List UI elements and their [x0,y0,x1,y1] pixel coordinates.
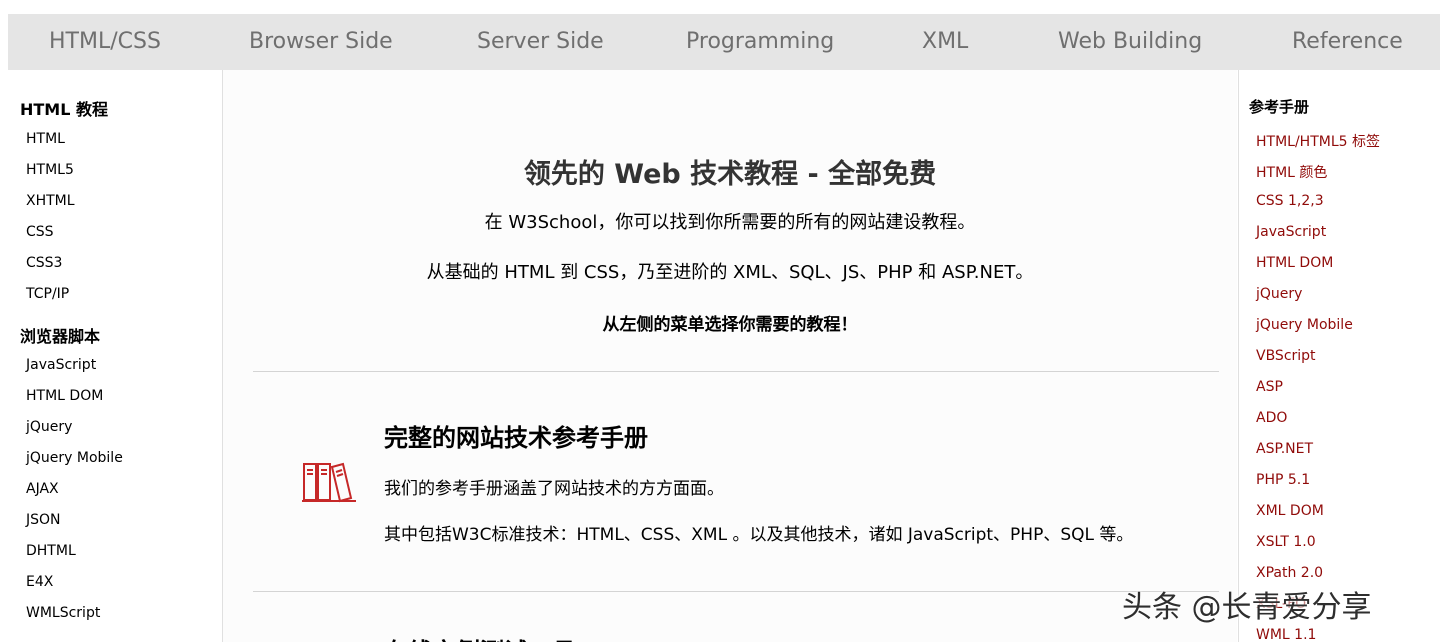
topnav-reference[interactable]: Reference [1292,14,1403,70]
sidebar-heading-reference: 参考手册 [1249,98,1310,116]
sidebar-item-jquery[interactable]: jQuery [26,419,72,435]
sidebar-item-html-dom[interactable]: HTML DOM [26,388,103,404]
reference-link-html-dom[interactable]: HTML DOM [1256,255,1333,271]
reference-link-javascript[interactable]: JavaScript [1256,224,1326,240]
left-sidebar: HTML 教程 HTML HTML5 XHTML CSS CSS3 TCP/IP… [8,70,223,642]
reference-link-php[interactable]: PHP 5.1 [1256,472,1310,488]
section-divider-2 [253,591,1219,592]
sidebar-item-ajax[interactable]: AJAX [26,481,59,497]
page-headline: 领先的 Web 技术教程 - 全部免费 [523,159,937,190]
sidebar-item-css3[interactable]: CSS3 [26,255,62,271]
sidebar-item-e4x[interactable]: E4X [26,574,53,590]
main-content: 领先的 Web 技术教程 - 全部免费 在 W3School，你可以找到你所需要… [223,70,1237,642]
reference-link-ado[interactable]: ADO [1256,410,1287,426]
reference-section-line-2: 其中包括W3C标准技术：HTML、CSS、XML 。以及其他技术，诸如 Java… [384,525,1134,545]
reference-section-line-1: 我们的参考手册涵盖了网站技术的方方面面。 [384,479,724,499]
reference-link-vbscript[interactable]: VBScript [1256,348,1316,364]
watermark: 头条 @长青爱分享 [1122,590,1372,625]
sidebar-item-wmlscript[interactable]: WMLScript [26,605,100,621]
intro-text-1: 在 W3School，你可以找到你所需要的所有的网站建设教程。 [484,212,976,233]
sidebar-item-json[interactable]: JSON [26,512,61,528]
sidebar-item-xhtml[interactable]: XHTML [26,193,75,209]
books-icon [300,460,360,504]
topnav-xml[interactable]: XML [922,14,968,70]
sidebar-item-dhtml[interactable]: DHTML [26,543,76,559]
reference-link-xpath[interactable]: XPath 2.0 [1256,565,1323,581]
reference-link-asp[interactable]: ASP [1256,379,1283,395]
sidebar-heading-html-tutorials: HTML 教程 [20,100,108,119]
reference-section-title: 完整的网站技术参考手册 [384,424,648,452]
right-sidebar: 参考手册 HTML/HTML5 标签 HTML 颜色 CSS 1,2,3 Jav… [1238,70,1440,642]
reference-link-jquery[interactable]: jQuery [1256,286,1302,302]
sidebar-item-html[interactable]: HTML [26,131,65,147]
topnav-programming[interactable]: Programming [686,14,834,70]
reference-link-jquery-mobile[interactable]: jQuery Mobile [1256,317,1353,333]
sidebar-item-css[interactable]: CSS [26,224,54,240]
reference-link-asp-net[interactable]: ASP.NET [1256,441,1313,457]
top-navigation-bar: HTML/CSS Browser Side Server Side Progra… [8,14,1440,70]
intro-text-2: 从基础的 HTML 到 CSS，乃至进阶的 XML、SQL、JS、PHP 和 A… [426,262,1034,283]
reference-link-xslt[interactable]: XSLT 1.0 [1256,534,1316,550]
section-divider [253,371,1219,372]
topnav-server-side[interactable]: Server Side [477,14,604,70]
reference-link-html-tags[interactable]: HTML/HTML5 标签 [1256,131,1380,151]
sidebar-item-javascript[interactable]: JavaScript [26,357,96,373]
reference-link-xml-dom[interactable]: XML DOM [1256,503,1324,519]
reference-link-wml[interactable]: WML 1.1 [1256,627,1316,642]
page: HTML/CSS Browser Side Server Side Progra… [0,0,1440,642]
reference-link-html-colors[interactable]: HTML 颜色 [1256,162,1327,182]
sidebar-item-tcp-ip[interactable]: TCP/IP [26,286,69,302]
reference-link-css[interactable]: CSS 1,2,3 [1256,193,1324,209]
topnav-browser-side[interactable]: Browser Side [249,14,393,70]
intro-text-3: 从左侧的菜单选择你需要的教程！ [602,315,858,335]
sidebar-heading-browser-scripts: 浏览器脚本 [20,327,101,346]
topnav-web-building[interactable]: Web Building [1058,14,1202,70]
next-section-title: 在线实例测试工具 [384,632,576,642]
sidebar-item-html5[interactable]: HTML5 [26,162,74,178]
sidebar-item-jquery-mobile[interactable]: jQuery Mobile [26,450,123,466]
topnav-html-css[interactable]: HTML/CSS [49,14,161,70]
